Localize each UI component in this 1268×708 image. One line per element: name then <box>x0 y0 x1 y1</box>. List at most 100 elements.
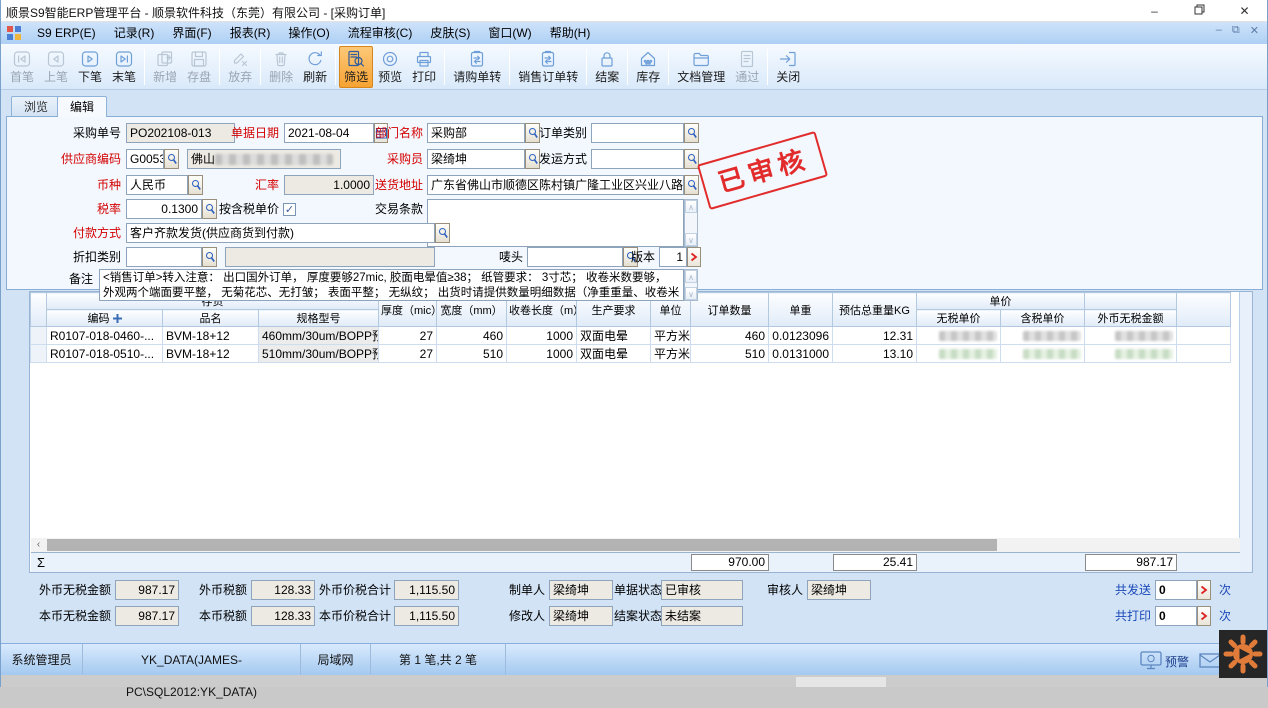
tab-browse[interactable]: 浏览 <box>11 96 61 116</box>
col-unit-weight[interactable]: 单重 <box>769 293 833 327</box>
col-order-qty[interactable]: 订单数量 <box>691 293 769 327</box>
scrollbar-thumb[interactable] <box>47 539 997 551</box>
toolbar-docmgmt-button[interactable]: 文档管理 <box>672 46 730 88</box>
cell[interactable]: 460 <box>691 327 769 345</box>
grid-horizontal-scrollbar[interactable]: ‹ <box>31 538 1240 552</box>
toolbar-last-button[interactable]: 末笔 <box>107 46 141 88</box>
scroll-up-icon[interactable]: ∧ <box>685 200 697 213</box>
currency-lookup-button[interactable] <box>188 175 203 195</box>
local-net-field[interactable]: 987.17 <box>115 606 179 626</box>
toolbar-transfer-button[interactable]: 请购单转 <box>448 46 506 88</box>
row-selector[interactable] <box>31 327 47 345</box>
mail-button[interactable] <box>1199 653 1221 671</box>
col-foreign-amount[interactable]: 外币无税金额 <box>1085 310 1177 327</box>
toolbar-abandon-button[interactable]: 放弃 <box>223 46 257 88</box>
toolbar-new-button[interactable]: 新增 <box>148 46 182 88</box>
alert-label[interactable]: 预警 <box>1165 653 1189 670</box>
menu-item-6[interactable]: 窗口(W) <box>479 22 540 44</box>
mdi-minimize-button[interactable]: – <box>1216 24 1222 37</box>
cell[interactable]: 1000 <box>507 327 577 345</box>
discount-type-field[interactable] <box>126 247 202 267</box>
cell[interactable]: 平方米 <box>651 327 691 345</box>
sent-count-field[interactable]: 0 <box>1155 580 1197 600</box>
col-est-weight[interactable]: 预估总重量KG <box>833 293 917 327</box>
local-total-field[interactable]: 1,115.50 <box>394 606 459 626</box>
delivery-address-field[interactable]: 广东省佛山市顺德区陈村镇广隆工业区兴业八路9号之一 <box>427 175 684 195</box>
version-spinner-button[interactable] <box>687 247 701 267</box>
alert-button[interactable] <box>1139 651 1163 673</box>
foreign-net-field[interactable]: 987.17 <box>115 580 179 600</box>
toolbar-lock-button[interactable]: 结案 <box>590 46 624 88</box>
cell[interactable]: BVM-18+12 <box>163 327 259 345</box>
redacted-price-cell[interactable] <box>1001 327 1085 345</box>
ship-method-field[interactable] <box>591 149 684 169</box>
discount-name-field[interactable] <box>225 247 435 267</box>
cell[interactable]: BVM-18+12 <box>163 345 259 363</box>
cell[interactable]: 0.0123096 <box>769 327 833 345</box>
discount-type-lookup-button[interactable] <box>202 247 217 267</box>
cell[interactable]: 510 <box>437 345 507 363</box>
foreign-tax-field[interactable]: 128.33 <box>251 580 315 600</box>
mdi-close-button[interactable]: ✕ <box>1250 24 1259 37</box>
doc-status-field[interactable]: 已审核 <box>661 580 743 600</box>
cell[interactable]: 0.0131000 <box>769 345 833 363</box>
trade-terms-scrollbar[interactable]: ∧ ∨ <box>684 199 698 247</box>
toolbar-first-button[interactable]: 首笔 <box>5 46 39 88</box>
close-status-field[interactable]: 未结案 <box>661 606 743 626</box>
creator-field[interactable]: 梁绮坤 <box>549 580 613 600</box>
buyer-lookup-button[interactable] <box>525 149 540 169</box>
menu-item-7[interactable]: 帮助(H) <box>541 22 600 44</box>
scroll-down-icon[interactable]: ∨ <box>685 233 697 246</box>
order-type-field[interactable] <box>591 123 684 143</box>
menu-item-3[interactable]: 操作(O) <box>279 22 338 44</box>
col-product-name[interactable]: 品名 <box>163 310 259 327</box>
cell[interactable]: 双面电晕 <box>577 327 651 345</box>
grid-vertical-scrollbar[interactable] <box>1239 292 1252 572</box>
toolbar-exit-button[interactable]: 关闭 <box>771 46 805 88</box>
menu-item-1[interactable]: 界面(F) <box>163 22 220 44</box>
cell[interactable]: 12.31 <box>833 327 917 345</box>
scroll-up-icon[interactable]: ∧ <box>685 270 697 283</box>
order-type-lookup-button[interactable] <box>684 123 699 143</box>
remark-scrollbar[interactable]: ∧ ∨ <box>684 269 698 301</box>
scroll-left-icon[interactable]: ‹ <box>31 538 46 552</box>
restore-button[interactable] <box>1177 0 1222 22</box>
toolbar-pass-button[interactable]: 通过 <box>730 46 764 88</box>
menu-item-2[interactable]: 报表(R) <box>221 22 280 44</box>
currency-field[interactable]: 人民币 <box>126 175 188 195</box>
toolbar-delete-button[interactable]: 删除 <box>264 46 298 88</box>
foreign-total-field[interactable]: 1,115.50 <box>394 580 459 600</box>
buyer-field[interactable]: 梁绮坤 <box>427 149 525 169</box>
supplier-lookup-button[interactable] <box>164 149 179 169</box>
toolbar-filter-button[interactable]: 筛选 <box>339 46 373 88</box>
auditor-field[interactable]: 梁绮坤 <box>807 580 871 600</box>
printed-count-field[interactable]: 0 <box>1155 606 1197 626</box>
floating-app-logo[interactable] <box>1219 630 1267 678</box>
toolbar-preview-button[interactable]: 预览 <box>373 46 407 88</box>
toolbar-prev-button[interactable]: 上笔 <box>39 46 73 88</box>
price-group-header[interactable]: 单价 <box>917 293 1085 310</box>
cell[interactable]: 27 <box>379 327 437 345</box>
cell[interactable]: 460 <box>437 327 507 345</box>
redacted-price-cell[interactable] <box>1001 345 1085 363</box>
redacted-price-cell[interactable] <box>917 345 1001 363</box>
col-code[interactable]: 编码 <box>47 310 163 327</box>
printed-count-button[interactable] <box>1197 606 1211 626</box>
remark-field[interactable]: <销售订单>转入注意： 出口国外订单， 厚度要够27mic, 胶面电晕值≥38；… <box>99 269 684 301</box>
trade-terms-field[interactable] <box>427 199 684 247</box>
redacted-price-cell[interactable] <box>917 327 1001 345</box>
toolbar-inventory-button[interactable]: 库存 <box>631 46 665 88</box>
department-lookup-button[interactable] <box>525 123 540 143</box>
col-price-incl-tax[interactable]: 含税单价 <box>1001 310 1085 327</box>
toolbar-refresh-button[interactable]: 刷新 <box>298 46 332 88</box>
payment-method-lookup-button[interactable] <box>435 223 450 243</box>
menu-item-4[interactable]: 流程审核(C) <box>339 22 422 44</box>
scroll-down-icon[interactable]: ∨ <box>685 287 697 300</box>
col-spec[interactable]: 规格型号 <box>259 310 379 327</box>
col-price-excl-tax[interactable]: 无税单价 <box>917 310 1001 327</box>
cell[interactable]: 1000 <box>507 345 577 363</box>
close-button[interactable]: ✕ <box>1222 0 1267 22</box>
menu-app[interactable]: S9 ERP(E) <box>28 22 105 44</box>
cell[interactable]: 双面电晕 <box>577 345 651 363</box>
cell[interactable]: 13.10 <box>833 345 917 363</box>
